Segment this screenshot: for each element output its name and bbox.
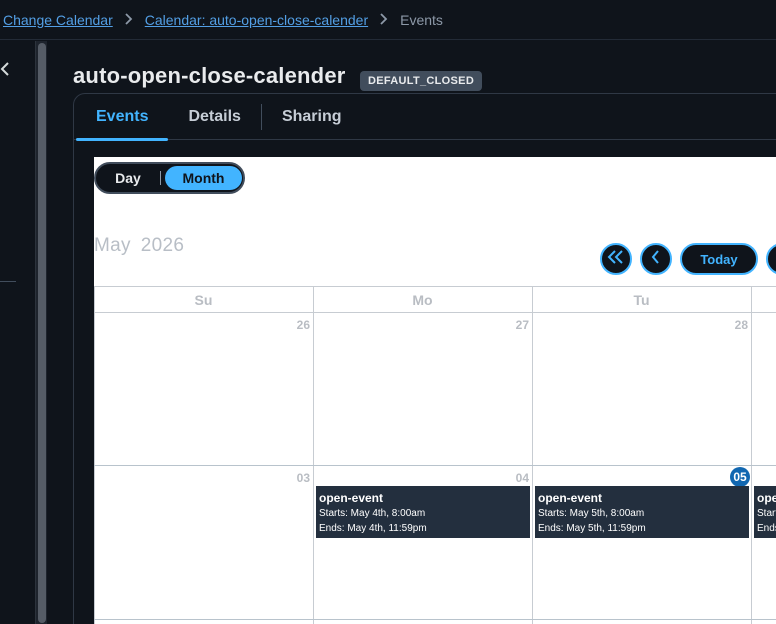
tab-bar: Events Details Sharing: [74, 94, 776, 141]
close-icon[interactable]: [0, 60, 12, 80]
scrollbar[interactable]: [35, 41, 47, 624]
calendar-event[interactable]: open-event Starts: May 5th, 8:00am Ends:…: [535, 486, 749, 538]
view-toggle: Day Month: [94, 162, 245, 194]
day-number[interactable]: 04: [493, 471, 529, 485]
today-day-number[interactable]: 05: [730, 467, 750, 487]
grid-line: [313, 286, 314, 624]
tab-events[interactable]: Events: [76, 94, 169, 141]
event-starts: Starts: May 5th, 8:00am: [538, 508, 645, 519]
previous-button[interactable]: [640, 243, 672, 275]
chevron-left-icon: [651, 249, 661, 269]
chevron-right-icon: [380, 12, 388, 28]
calendar: Day Month May 2026 Today Su Mo Tu 26 27 2…: [94, 157, 776, 624]
month-name: May: [94, 235, 131, 256]
grid-line: [94, 465, 776, 466]
weekday-mo: Mo: [412, 292, 433, 308]
event-ends: Ends: May 4th, 11:59pm: [319, 523, 427, 534]
scrollbar-thumb[interactable]: [38, 43, 46, 623]
grid-line: [751, 286, 752, 624]
calendar-event[interactable]: open-event Starts: May 4th, 8:00am Ends:…: [316, 486, 530, 538]
view-month-button[interactable]: Month: [165, 166, 242, 190]
day-number[interactable]: 27: [493, 318, 529, 332]
event-starts: Starts: May 4th, 8:00am: [319, 508, 426, 519]
breadcrumb-change-calendar[interactable]: Change Calendar: [3, 12, 113, 28]
day-number[interactable]: 26: [274, 318, 310, 332]
page-title: auto-open-close-calender: [73, 63, 346, 88]
weekday-su: Su: [194, 292, 213, 308]
next-button[interactable]: [766, 243, 776, 275]
calendar-event[interactable]: ope Start Ends: [754, 486, 776, 538]
event-ends: Ends: [757, 523, 776, 534]
grid-line: [94, 619, 776, 620]
divider: [0, 281, 16, 282]
event-title: open-event: [319, 491, 384, 505]
tab-sharing[interactable]: Sharing: [262, 94, 362, 140]
day-number[interactable]: 28: [712, 318, 748, 332]
tab-details[interactable]: Details: [168, 94, 260, 140]
event-starts: Start: [757, 508, 776, 519]
first-page-button[interactable]: [600, 243, 632, 275]
grid-line: [532, 286, 533, 624]
double-chevron-left-icon: [607, 249, 625, 269]
grid-line: [94, 286, 95, 624]
chevron-right-icon: [125, 12, 133, 28]
view-day-button[interactable]: Day: [96, 170, 160, 186]
event-title: ope: [757, 491, 776, 505]
weekday-tu: Tu: [633, 292, 650, 308]
breadcrumb-calendar[interactable]: Calendar: auto-open-close-calender: [145, 12, 368, 28]
today-button[interactable]: Today: [680, 243, 758, 275]
event-ends: Ends: May 5th, 11:59pm: [538, 523, 646, 534]
year: 2026: [140, 235, 185, 256]
breadcrumb-current: Events: [400, 11, 443, 28]
breadcrumb: Change Calendar Calendar: auto-open-clos…: [0, 0, 776, 40]
weekday-header: Su Mo Tu: [94, 286, 776, 313]
month-label: May 2026: [94, 235, 184, 257]
toggle-separator: [160, 171, 161, 185]
day-number[interactable]: 03: [274, 471, 310, 485]
status-badge: DEFAULT_CLOSED: [360, 71, 483, 91]
event-title: open-event: [538, 491, 603, 505]
